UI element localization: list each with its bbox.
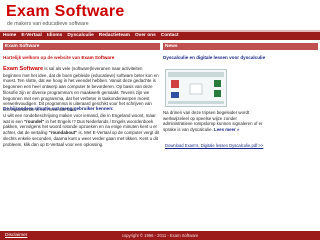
welcome-brand: Exam Software [81,55,115,60]
example-paragraph: U wilt een rondebeschrijving maken voor … [3,113,160,147]
welcome-heading: Hartelijk welkom op de website van Exam … [3,55,160,61]
news-summary: Na drinen van deze tripsen begeleider wo… [163,110,263,133]
subheading-situatie: De bijzondere situatie uut meng gebruike… [3,106,114,111]
news-screenshot-image[interactable] [165,69,227,107]
nav-dyscalculie[interactable]: Dyscalculie [67,32,93,40]
section-header-news: News [163,43,318,50]
read-more-arrow-icon: » [237,127,240,133]
news-title[interactable]: Dyscalculie en digitale lessen voor dysc… [163,55,318,61]
main-navigation: Home E-Vertaal Idioms Dyscalculie Redact… [0,32,320,40]
copyright-text: copyright © 1996 - 2011 - Exam Software [121,233,199,238]
app-screenshot-icon [166,70,226,106]
site-logo-title[interactable]: Exam Software [6,3,125,21]
example-word-roundel: "roundel" [24,118,45,124]
welcome-text: Hartelijk welkom op de website van [3,55,81,60]
read-more-link[interactable]: Lees meer [214,127,236,132]
nav-over-ons[interactable]: Over ons [135,32,156,40]
site-header: Exam Software de makers van educatieve s… [0,0,320,32]
nav-idioms[interactable]: Idioms [47,32,62,40]
nav-contact[interactable]: Contact [161,32,179,40]
download-pdf-link[interactable]: Download Exam's, Digitale lessen Dyscalc… [165,143,263,149]
disclaimer-link[interactable]: Disclaimer [5,232,27,239]
nav-home[interactable]: Home [3,32,16,40]
site-footer: copyright © 1996 - 2011 - Exam Software … [0,231,320,240]
news-column: News [163,43,318,50]
example-word-roundabout: "roundabout" [48,130,78,136]
site-tagline: de makers van educatieve software [7,21,89,27]
main-column: Exam Software [3,43,160,50]
news-summary-text: Na drinen van deze tripsen begeleider wo… [163,110,263,133]
nav-redactieteam[interactable]: Redactieteam [99,32,130,40]
section-header-exam-software: Exam Software [3,43,160,50]
nav-e-vertaal[interactable]: E-Vertaal [21,32,42,40]
paragraph-brand: Exam Software [3,66,44,72]
